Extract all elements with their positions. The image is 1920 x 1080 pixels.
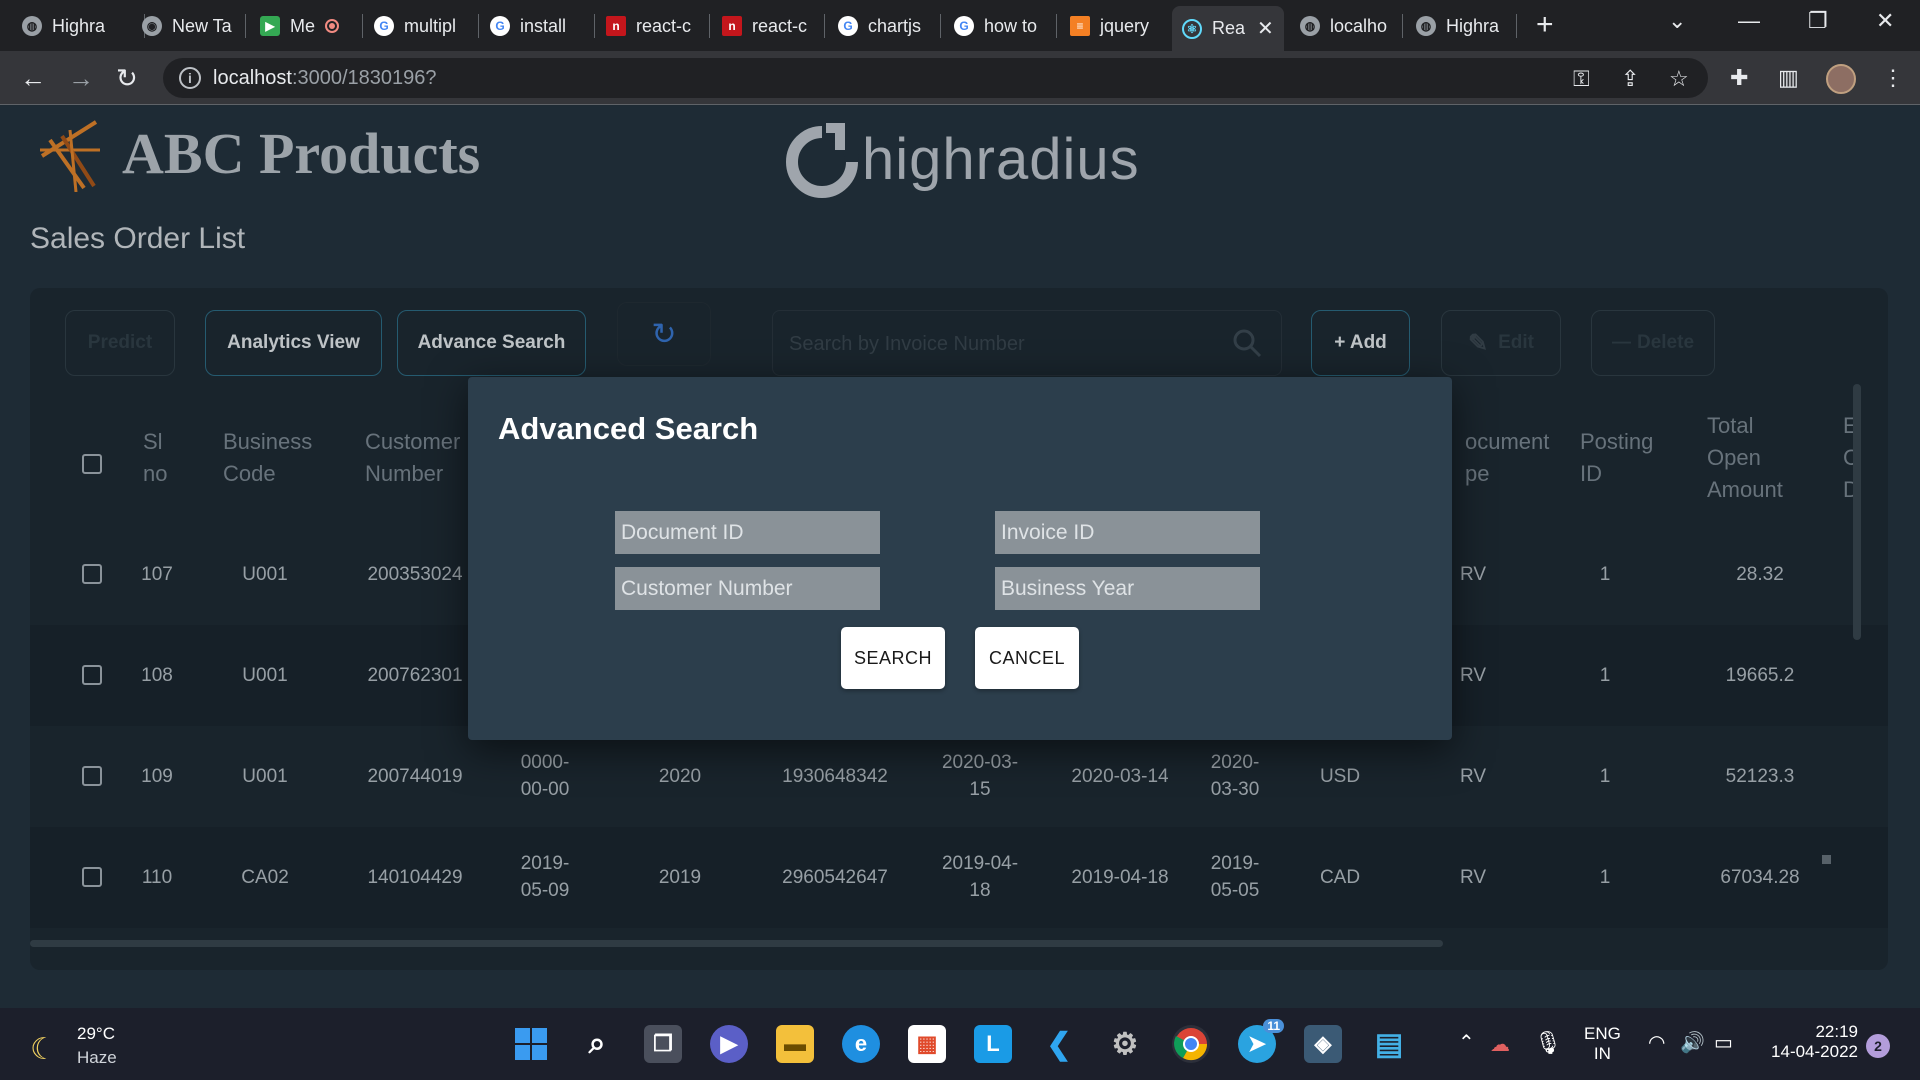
tab-separator <box>594 14 595 38</box>
tab-how-to[interactable]: Ghow to <box>944 6 1056 46</box>
restore-icon[interactable]: ❐ <box>1808 8 1828 34</box>
search-button[interactable]: SEARCH <box>841 627 945 689</box>
globe-icon: ◍ <box>1300 16 1320 36</box>
tab-separator <box>478 14 479 38</box>
edge-icon[interactable]: e <box>842 1025 880 1063</box>
address-bar[interactable]: i localhost:3000/1830196? ⚿ ⇪ ☆ <box>163 58 1708 98</box>
tab-separator <box>1056 14 1057 38</box>
tab-jquery[interactable]: ≡ jquery <box>1060 6 1172 46</box>
cancel-button[interactable]: CANCEL <box>975 627 1079 689</box>
back-arrow-icon[interactable]: ← <box>20 63 46 94</box>
globe-icon: ◍ <box>22 16 42 36</box>
react-icon: ⚛ <box>1182 18 1202 39</box>
tab-multiple[interactable]: Gmultipl <box>364 6 478 46</box>
tab-highradius-2[interactable]: ◍ Highra <box>1406 6 1518 46</box>
tab-separator <box>245 14 246 38</box>
minimize-icon[interactable]: — <box>1738 8 1760 34</box>
wifi-icon[interactable]: ◠ <box>1648 1030 1665 1055</box>
tab-new-tab[interactable]: ◉ New Ta <box>132 6 244 46</box>
window-close-icon[interactable]: ✕ <box>1876 8 1894 34</box>
store-icon[interactable]: ▦ <box>908 1025 946 1063</box>
url-text: localhost:3000/1830196? <box>213 67 437 89</box>
business-year-field[interactable] <box>995 567 1260 610</box>
key-icon[interactable]: ⚿ <box>1573 66 1590 92</box>
clock[interactable]: 22:19 14-04-2022 <box>1766 1022 1858 1062</box>
document-id-field[interactable] <box>615 511 880 554</box>
meet-icon: ▶ <box>260 16 280 36</box>
tab-separator <box>709 14 710 38</box>
recording-icon <box>325 19 340 33</box>
browser-tab-strip: ◍ Highra ◉ New Ta ▶ Me Gmultipl Ginstall nr… <box>0 0 1920 51</box>
bookmark-star-icon[interactable]: ☆ <box>1669 66 1689 92</box>
npm-icon: n <box>722 16 742 36</box>
windows-taskbar: ☾ 29°C Haze ⌕ ❐ ▶ ▬ e ▦ L ❮ ⚙ ➤ 11 ◈ ▤ ⌃… <box>0 1008 1920 1080</box>
tab-meet[interactable]: ▶ Me <box>250 6 368 46</box>
telegram-badge: 11 <box>1263 1019 1284 1033</box>
google-icon: G <box>838 16 858 36</box>
volume-icon[interactable]: 🔊 <box>1680 1030 1705 1055</box>
battery-icon[interactable]: ▭ <box>1714 1030 1733 1055</box>
onedrive-error-icon[interactable]: ☁ <box>1490 1032 1510 1057</box>
telegram-icon[interactable]: ➤ 11 <box>1238 1019 1284 1063</box>
reload-icon[interactable]: ↻ <box>116 63 138 94</box>
settings-gear-icon[interactable]: ⚙ <box>1106 1025 1144 1063</box>
moon-icon[interactable]: ☾ <box>30 1032 57 1067</box>
tab-separator <box>940 14 941 38</box>
globe-icon: ◍ <box>1416 16 1436 36</box>
notification-badge[interactable]: 2 <box>1866 1034 1890 1058</box>
task-view-icon[interactable]: ❐ <box>644 1025 682 1063</box>
google-icon: G <box>954 16 974 36</box>
tab-search-chevron-icon[interactable]: ⌄ <box>1668 8 1686 34</box>
tab-react-c-1[interactable]: n react-c <box>596 6 708 46</box>
invoice-id-field[interactable] <box>995 511 1260 554</box>
chrome-icon[interactable] <box>1172 1025 1210 1063</box>
tab-separator <box>824 14 825 38</box>
browser-toolbar: ← → ↻ i localhost:3000/1830196? ⚿ ⇪ ☆ ✚ … <box>0 51 1920 105</box>
forward-arrow-icon[interactable]: → <box>68 63 94 94</box>
tab-react-app-active[interactable]: ⚛ Rea ✕ <box>1172 6 1284 51</box>
extensions-puzzle-icon[interactable]: ✚ <box>1730 65 1748 91</box>
language-indicator[interactable]: ENG IN <box>1584 1024 1621 1064</box>
profile-avatar[interactable] <box>1826 64 1856 94</box>
notepad-icon[interactable]: ▤ <box>1370 1025 1408 1063</box>
tab-separator <box>362 14 363 38</box>
chat-icon[interactable]: ▶ <box>710 1025 748 1063</box>
npm-icon: n <box>606 16 626 36</box>
customer-number-field[interactable] <box>615 567 880 610</box>
google-icon: G <box>490 16 510 36</box>
search-icon[interactable]: ⌕ <box>578 1025 616 1063</box>
new-tab-plus-icon[interactable]: + <box>1536 8 1554 42</box>
side-panel-icon[interactable]: ▥ <box>1778 65 1799 91</box>
microphone-icon[interactable]: 🎙 <box>1534 1030 1562 1056</box>
vscode-icon[interactable]: ❮ <box>1040 1025 1078 1063</box>
tab-highradius-1[interactable]: ◍ Highra <box>12 6 140 46</box>
tab-react-c-2[interactable]: n react-c <box>712 6 824 46</box>
info-icon[interactable]: i <box>179 67 201 89</box>
chrome-icon: ◉ <box>142 16 162 36</box>
weather-temperature[interactable]: 29°C <box>77 1024 115 1044</box>
tab-chartjs[interactable]: Gchartjs <box>828 6 940 46</box>
share-icon[interactable]: ⇪ <box>1621 66 1639 92</box>
windows-start-icon[interactable] <box>512 1025 550 1063</box>
tab-separator <box>1402 14 1403 38</box>
weather-description[interactable]: Haze <box>77 1048 117 1068</box>
dialog-title: Advanced Search <box>498 411 759 446</box>
tab-localhost[interactable]: ◍ localho <box>1290 6 1402 46</box>
chevron-up-icon[interactable]: ⌃ <box>1458 1030 1475 1055</box>
mysql-workbench-icon[interactable]: ◈ <box>1304 1025 1342 1063</box>
google-icon: G <box>374 16 394 36</box>
tab-separator <box>1516 14 1517 38</box>
tab-install[interactable]: Ginstall <box>480 6 592 46</box>
file-explorer-icon[interactable]: ▬ <box>776 1025 814 1063</box>
stackoverflow-icon: ≡ <box>1070 16 1090 36</box>
l-app-icon[interactable]: L <box>974 1025 1012 1063</box>
kebab-menu-icon[interactable]: ⋮ <box>1882 65 1904 91</box>
close-icon[interactable]: ✕ <box>1257 16 1274 41</box>
advanced-search-dialog: Advanced Search SEARCH CANCEL <box>468 377 1452 740</box>
